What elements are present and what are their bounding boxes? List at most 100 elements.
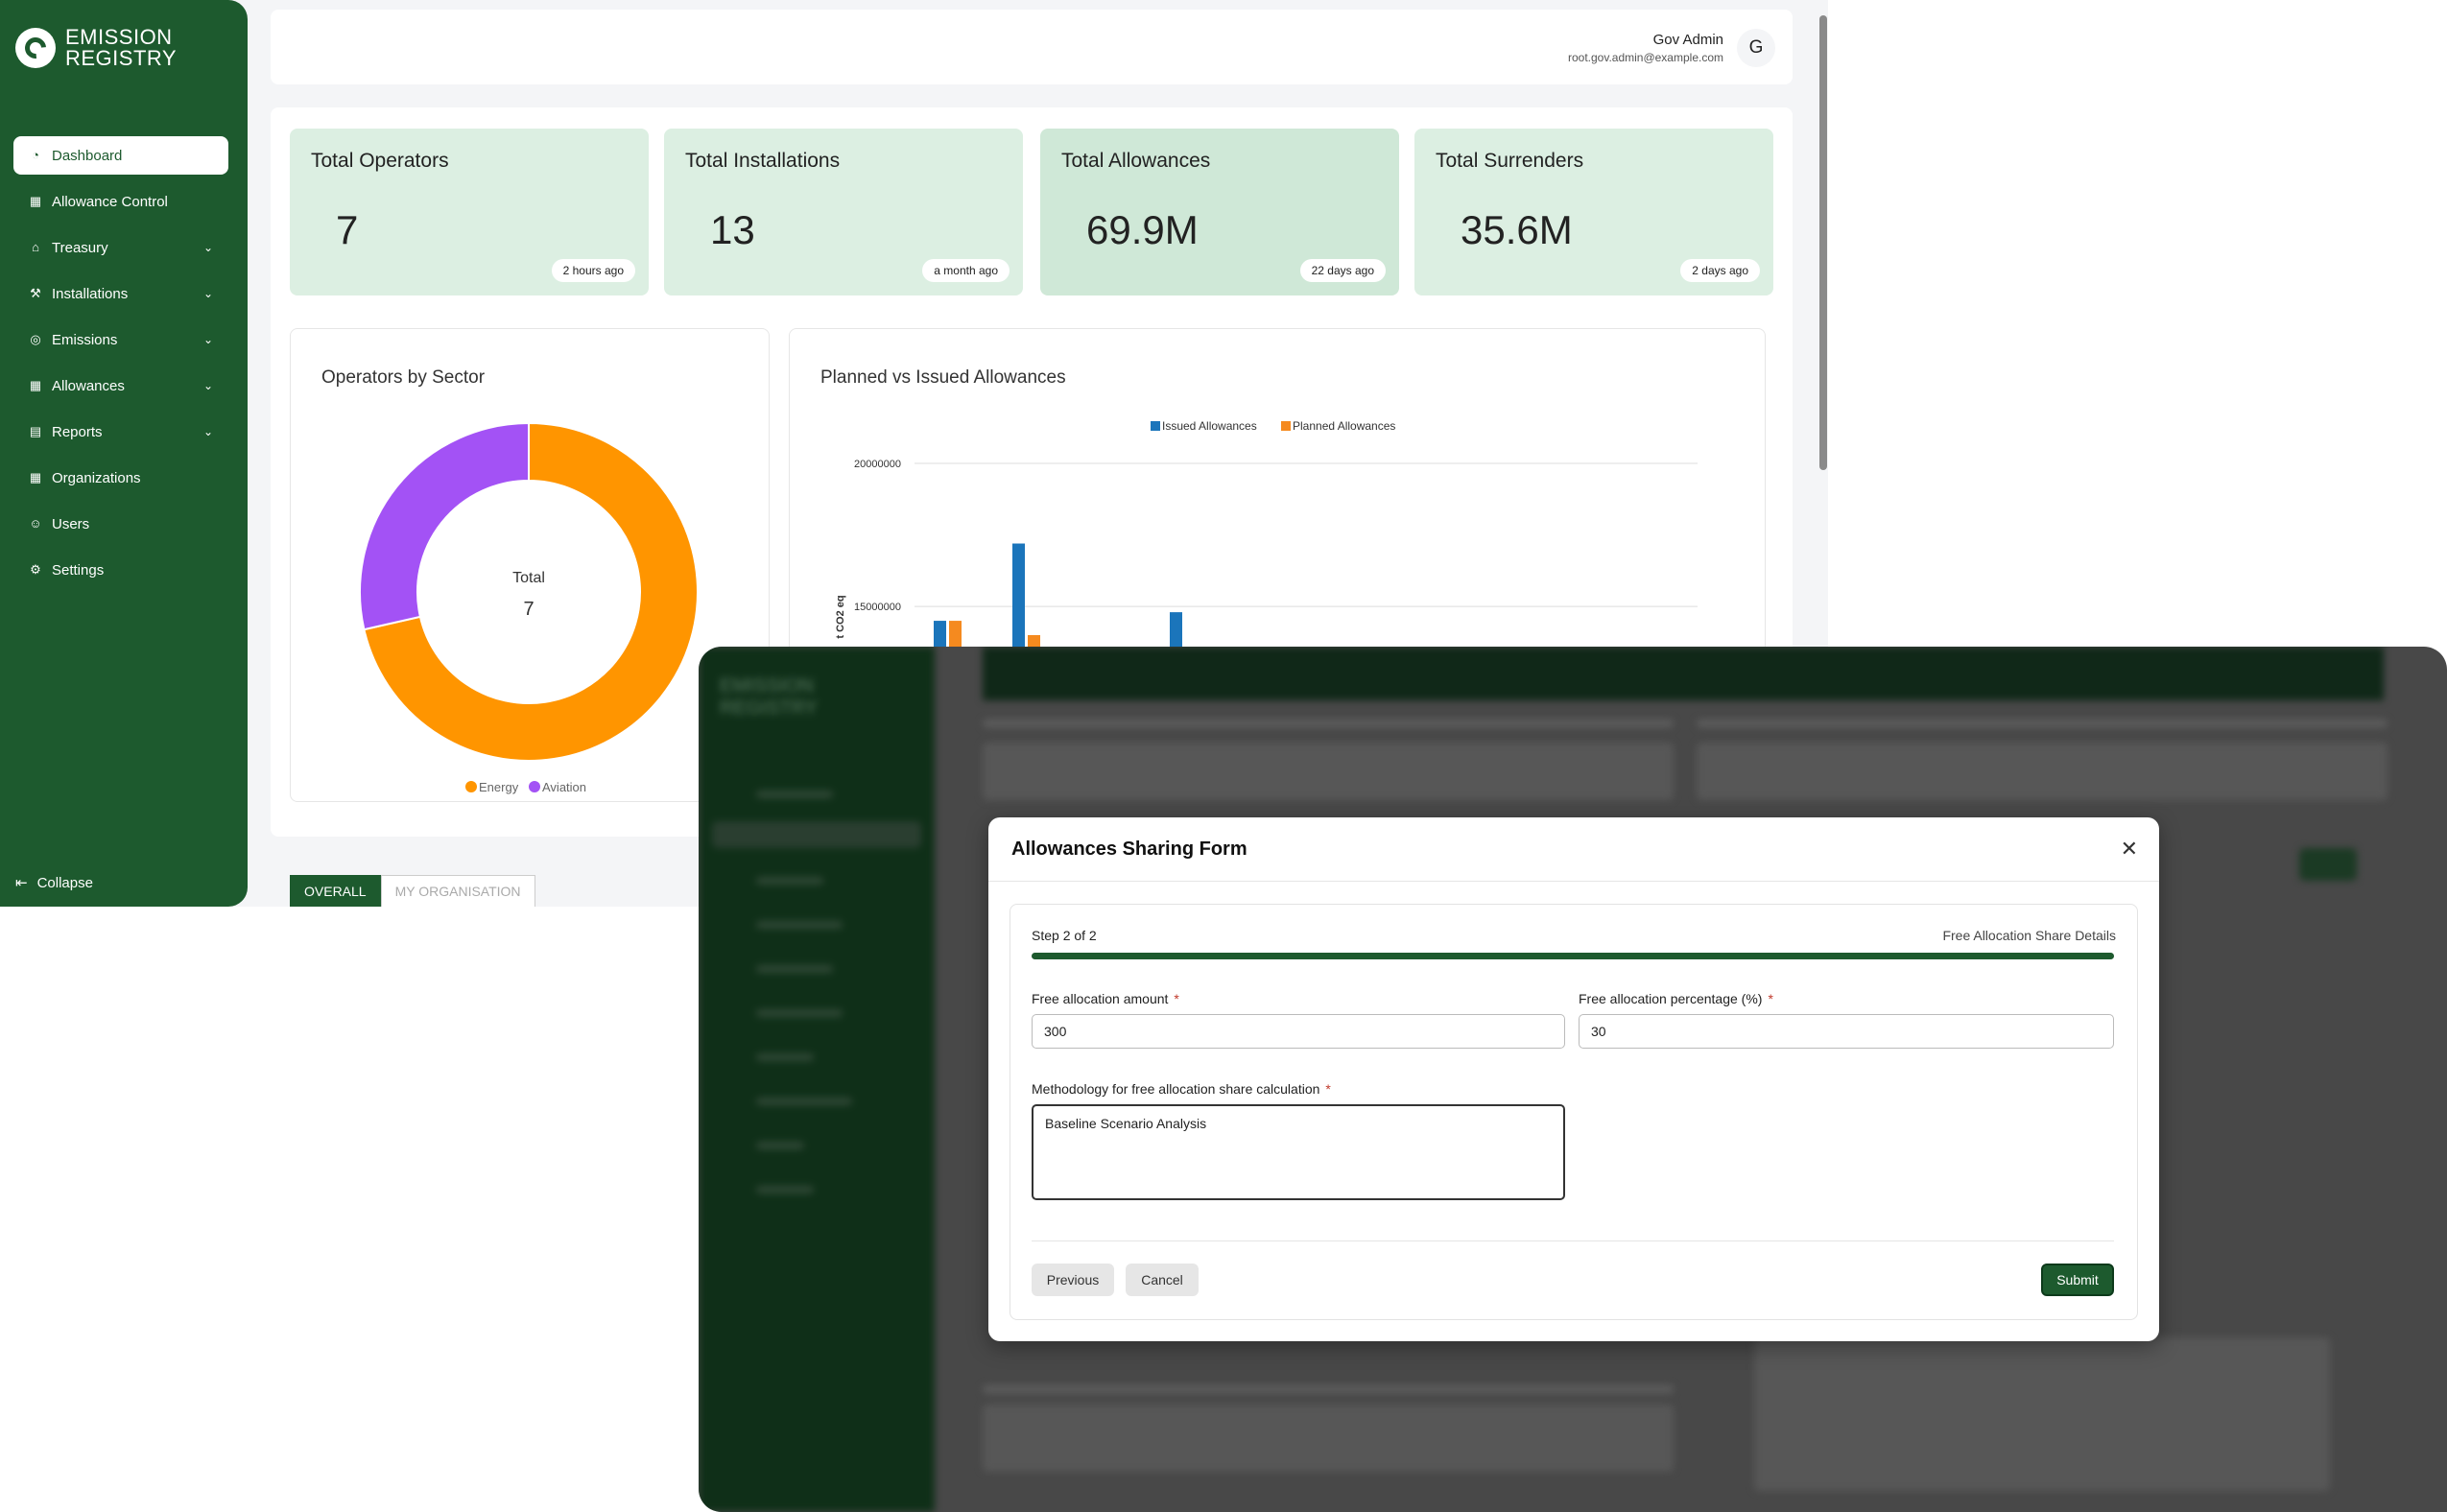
collapse-button[interactable]: ⇤ Collapse (15, 874, 93, 892)
wrench-icon: ⚒ (30, 286, 41, 300)
free-allocation-amount-input[interactable] (1032, 1014, 1565, 1049)
percentage-label: Free allocation percentage (%) * (1579, 991, 1773, 1006)
sidebar-item-emissions[interactable]: ◎ Emissions ⌄ (13, 320, 228, 359)
sidebar-item-label: Settings (52, 561, 105, 579)
stat-card-installations: Total Installations 13 a month ago (664, 129, 1023, 295)
stat-card-operators: Total Operators 7 2 hours ago (290, 129, 649, 295)
blurred-line (756, 877, 823, 885)
stat-value: 7 (336, 207, 359, 252)
y-tick-label: 15000000 (854, 602, 901, 613)
sidebar-item-treasury[interactable]: ⌂ Treasury ⌄ (13, 228, 228, 267)
submit-button[interactable]: Submit (2041, 1264, 2114, 1296)
pie-chart-svg: Total 7 Energy Aviation (359, 421, 699, 794)
pie-slice-aviation (359, 421, 530, 631)
sidebar-item-allowance-control[interactable]: ▦ Allowance Control (13, 182, 228, 221)
amount-label-text: Free allocation amount (1032, 991, 1169, 1006)
blurred-line (756, 921, 843, 929)
blurred-section (983, 743, 1674, 800)
grid-icon: ▦ (29, 470, 42, 484)
stat-title: Total Operators (311, 150, 449, 172)
tab-overall[interactable]: OVERALL (290, 875, 381, 907)
avatar[interactable]: G (1737, 29, 1775, 67)
sidebar-item-label: Users (52, 515, 90, 532)
legend-label: Energy (479, 780, 519, 794)
collapse-label: Collapse (36, 874, 93, 891)
sidebar-item-reports[interactable]: ▤ Reports ⌄ (13, 413, 228, 451)
sidebar-item-settings[interactable]: ⚙ Settings (13, 551, 228, 589)
previous-button[interactable]: Previous (1032, 1264, 1114, 1296)
required-mark: * (1174, 991, 1179, 1006)
logo-text-line2: REGISTRY (65, 46, 178, 70)
methodology-label: Methodology for free allocation share ca… (1032, 1081, 1331, 1097)
chevron-down-icon: ⌄ (202, 425, 213, 438)
chevron-down-icon: ⌄ (202, 241, 213, 254)
step-title: Free Allocation Share Details (1942, 928, 2116, 943)
sidebar-item-label: Allowances (52, 377, 125, 394)
stat-updated-badge: 2 hours ago (551, 259, 635, 282)
blurred-line (756, 791, 833, 798)
methodology-textarea[interactable]: Baseline Scenario Analysis (1032, 1104, 1565, 1200)
grid-icon: ▦ (29, 378, 42, 392)
close-icon[interactable]: ✕ (2121, 837, 2138, 862)
stat-card-surrenders: Total Surrenders 35.6M 2 days ago (1414, 129, 1773, 295)
blurred-line (756, 965, 833, 973)
grid-icon: ▦ (29, 194, 42, 208)
divider (1032, 1240, 2114, 1241)
top-bar: Gov Admin root.gov.admin@example.com G (271, 10, 1793, 84)
sidebar-item-allowances[interactable]: ▦ Allowances ⌄ (13, 366, 228, 405)
legend-swatch (1281, 421, 1291, 431)
blurred-line (983, 720, 1674, 727)
operators-by-sector-chart: Operators by Sector Total 7 Energy Aviation (290, 328, 770, 802)
amount-label: Free allocation amount * (1032, 991, 1179, 1006)
blurred-line (756, 1098, 852, 1105)
sidebar-item-label: Dashboard (52, 147, 123, 164)
gear-icon: ⚙ (30, 562, 41, 577)
sidebar-item-label: Allowance Control (52, 193, 168, 210)
collapse-icon: ⇤ (15, 875, 28, 891)
blurred-line (756, 1142, 804, 1149)
stat-value: 13 (710, 207, 755, 252)
divider (988, 881, 2159, 882)
bank-icon: ⌂ (32, 240, 39, 254)
gauge-icon: ◔ (32, 148, 39, 162)
user-icon: ☺ (29, 516, 42, 531)
step-indicator: Step 2 of 2 (1032, 928, 1097, 943)
methodology-label-text: Methodology for free allocation share ca… (1032, 1081, 1320, 1097)
stat-card-allowances: Total Allowances 69.9M 22 days ago (1040, 129, 1399, 295)
sidebar-nav: ◔ Dashboard ▦ Allowance Control ⌂ Treasury ⌄ ⚒ I… (13, 136, 228, 597)
sidebar-item-dashboard[interactable]: ◔ Dashboard (13, 136, 228, 175)
tab-my-organisation[interactable]: MY ORGANISATION (380, 875, 535, 907)
sidebar-item-organizations[interactable]: ▦ Organizations (13, 459, 228, 497)
sidebar: EMISSION REGISTRY ◔ Dashboard ▦ Allowance C… (0, 0, 248, 907)
chevron-down-icon: ⌄ (202, 379, 213, 392)
legend-label: Aviation (542, 780, 586, 794)
legend-swatch (1151, 421, 1160, 431)
scrollbar[interactable] (1819, 15, 1827, 470)
sidebar-item-label: Reports (52, 423, 103, 440)
blurred-line (756, 1009, 843, 1017)
user-menu[interactable]: Gov Admin root.gov.admin@example.com G (1568, 29, 1775, 67)
stat-updated-badge: 2 days ago (1680, 259, 1760, 282)
logo-text-line1: EMISSION (65, 25, 173, 49)
blurred-nav-active (712, 821, 921, 848)
blurred-logo: EMISSION REGISTRY (720, 675, 818, 720)
cancel-button[interactable]: Cancel (1126, 1264, 1199, 1296)
sidebar-item-label: Emissions (52, 331, 118, 348)
blurred-header (983, 647, 2384, 700)
allowances-sharing-modal: Allowances Sharing Form ✕ Step 2 of 2 Fr… (988, 817, 2159, 1341)
app-logo[interactable]: EMISSION REGISTRY (15, 27, 177, 69)
user-email: root.gov.admin@example.com (1567, 51, 1723, 64)
percentage-label-text: Free allocation percentage (%) (1579, 991, 1763, 1006)
step-progress-bar (1032, 953, 2114, 959)
blurred-section (983, 1405, 1674, 1472)
pie-center-label: Total (512, 570, 545, 586)
form-body: Step 2 of 2 Free Allocation Share Detail… (1010, 904, 2138, 1320)
sidebar-item-users[interactable]: ☺ Users (13, 505, 228, 543)
blurred-sidebar: EMISSION REGISTRY (699, 647, 935, 1512)
sidebar-item-label: Organizations (52, 469, 141, 486)
chevron-down-icon: ⌄ (202, 287, 213, 300)
sidebar-item-installations[interactable]: ⚒ Installations ⌄ (13, 274, 228, 313)
y-axis-label: t CO2 eq (835, 595, 846, 638)
user-name: Gov Admin (1652, 32, 1723, 48)
free-allocation-percentage-input[interactable] (1579, 1014, 2114, 1049)
